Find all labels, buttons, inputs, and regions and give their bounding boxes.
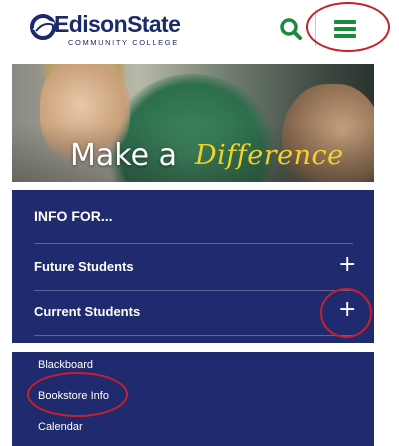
submenu-link-bookstore-info[interactable]: Bookstore Info: [38, 390, 109, 402]
site-header: EdisonState COMMUNITY COLLEGE: [0, 0, 399, 58]
hero-banner: Make a Difference: [12, 64, 374, 182]
hero-script-word: Difference: [195, 140, 344, 171]
current-students-submenu: Blackboard Bookstore Info Calendar: [12, 352, 374, 446]
info-divider: [34, 335, 353, 336]
hamburger-line: [334, 34, 356, 38]
logo-swoosh-icon: [30, 14, 56, 40]
search-icon: [280, 18, 302, 40]
info-divider: [34, 243, 353, 244]
hamburger-menu-icon: [334, 20, 356, 24]
expand-plus-icon[interactable]: +: [338, 297, 356, 322]
info-for-panel: INFO FOR... Future Students + Current St…: [12, 190, 374, 343]
logo-subtitle: COMMUNITY COLLEGE: [68, 38, 179, 47]
search-button[interactable]: [276, 14, 306, 44]
hamburger-line: [334, 27, 356, 31]
hamburger-menu-button[interactable]: [327, 14, 367, 44]
info-item-current-students[interactable]: Current Students +: [12, 291, 374, 335]
info-for-heading: INFO FOR...: [34, 208, 113, 224]
logo-name: EdisonState: [54, 11, 181, 37]
college-logo[interactable]: EdisonState COMMUNITY COLLEGE: [30, 11, 181, 48]
info-item-label: Future Students: [34, 259, 134, 274]
submenu-link-calendar[interactable]: Calendar: [38, 421, 83, 433]
hero-title: Make a: [70, 138, 177, 173]
info-item-label: Current Students: [34, 304, 141, 319]
header-divider: [315, 10, 316, 46]
submenu-link-blackboard[interactable]: Blackboard: [38, 359, 93, 371]
expand-plus-icon[interactable]: +: [338, 252, 356, 277]
info-item-future-students[interactable]: Future Students +: [12, 246, 374, 290]
